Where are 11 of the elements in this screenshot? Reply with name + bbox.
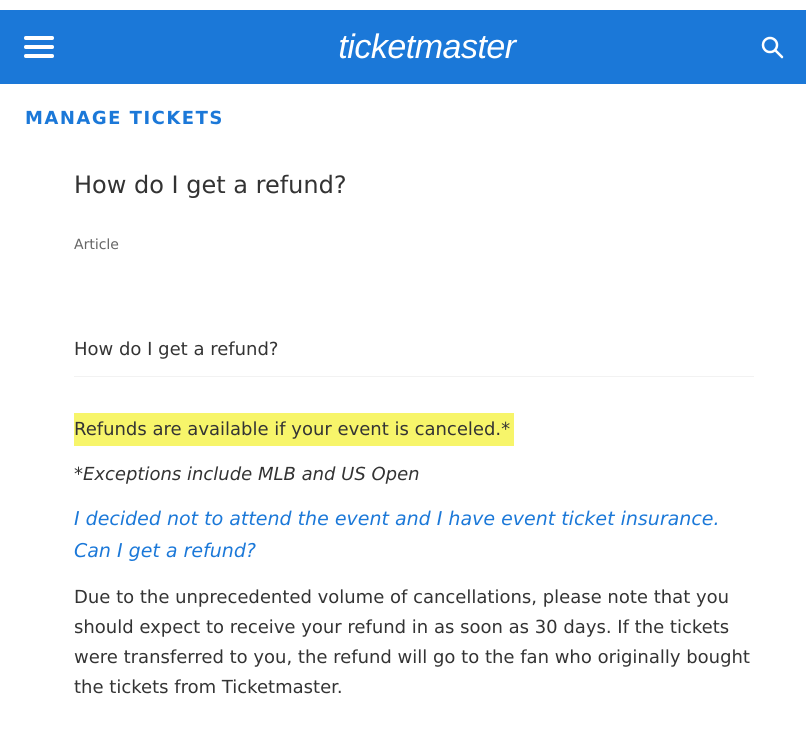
logo[interactable]: ticketmaster — [338, 28, 516, 66]
answer-paragraph: Due to the unprecedented volume of cancellations, please note that you should expect to receive your refund in as soon as 30 days. If the tickets were transferred to you, the refund will go to the fan who originally bought the tickets from Ticketmaster. — [74, 586, 751, 700]
article-type-label: Article — [74, 237, 120, 253]
question-link[interactable]: I decided not to attend the event and I have event ticket insurance. Can I get a refund? — [74, 503, 754, 567]
statement-text: Refunds are available if your event is canceled.* — [74, 413, 514, 446]
footnote-text: *Exceptions include MLB and US Open — [74, 464, 421, 485]
section-title[interactable]: MANAGE TICKETS — [25, 108, 224, 129]
search-icon[interactable] — [760, 35, 784, 59]
menu-icon[interactable] — [24, 35, 54, 59]
article-title: How do I get a refund? — [74, 171, 348, 199]
article-subheading: How do I get a refund? — [74, 339, 280, 360]
